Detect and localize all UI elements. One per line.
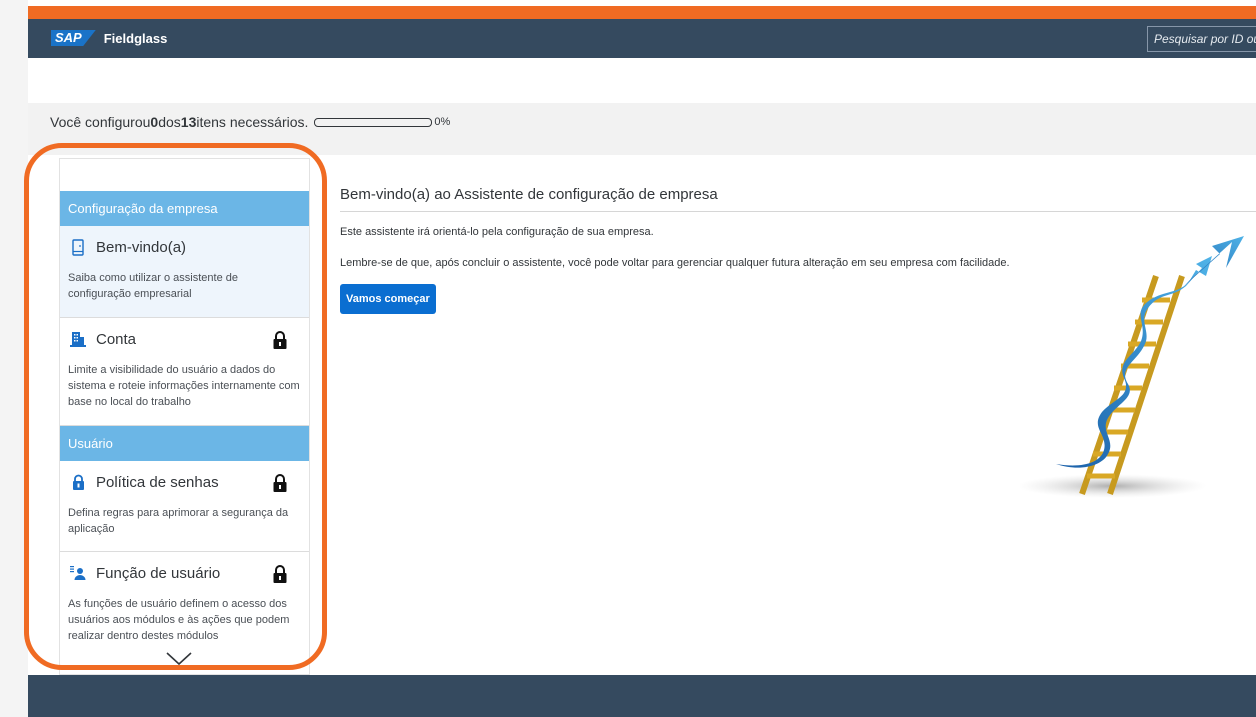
sidebar-item-label: Conta <box>96 330 137 348</box>
sidebar-item-account[interactable]: Conta Limite a visibilidade do usuário a… <box>60 318 309 426</box>
sidebar-item-description: Saiba como utilizar o assistente de conf… <box>68 272 238 300</box>
progress-done-count: 0 <box>150 114 159 130</box>
sidebar-item-label: Função de usuário <box>96 564 221 582</box>
user-role-icon <box>70 564 86 582</box>
section-company-setup: Configuração da empresa <box>60 191 309 226</box>
building-icon <box>70 330 86 348</box>
progress-suffix: itens necessários. <box>196 114 309 130</box>
padlock-icon <box>272 330 288 350</box>
progress-prefix: Você configurou <box>50 114 151 130</box>
progress-total-count: 13 <box>180 114 197 130</box>
sidebar-item-label: Política de senhas <box>96 473 219 491</box>
accent-bar <box>28 6 1256 19</box>
app-header: SAP Fieldglass <box>28 19 1256 58</box>
brand-name: Fieldglass <box>103 30 168 46</box>
progress-percent: 0% <box>434 116 451 128</box>
sidebar-item-description: Defina regras para aprimorar a segurança… <box>68 507 289 535</box>
lock-icon <box>70 473 86 491</box>
padlock-icon <box>272 564 288 584</box>
setup-progress: Você configurou 0 dos 13 itens necessári… <box>50 114 450 130</box>
left-gutter <box>0 0 28 717</box>
sap-fieldglass-logo[interactable]: SAP Fieldglass <box>51 30 167 46</box>
setup-sidebar: Configuração da empresa Bem-vindo(a) Sai… <box>59 158 310 675</box>
sidebar-item-label: Bem-vindo(a) <box>96 238 187 256</box>
app-footer <box>28 675 1256 717</box>
progress-bar <box>314 117 433 127</box>
sidebar-item-description: As funções de usuário definem o acesso d… <box>68 598 290 642</box>
padlock-icon <box>272 473 288 493</box>
sidebar-item-welcome[interactable]: Bem-vindo(a) Saiba como utilizar o assis… <box>60 226 309 318</box>
sidebar-item-description: Limite a visibilidade do usuário a dados… <box>68 364 300 408</box>
progress-middle: dos <box>158 114 181 130</box>
page-title: Bem-vindo(a) ao Assistente de configuraç… <box>340 186 1256 212</box>
sidebar-item-password-policy[interactable]: Política de senhas Defina regras para ap… <box>60 461 309 552</box>
start-button[interactable]: Vamos começar <box>340 284 436 314</box>
sap-logo: SAP <box>51 30 96 46</box>
ladder-arrow-illustration <box>1020 236 1244 498</box>
chevron-down-icon[interactable] <box>165 652 193 666</box>
phone-icon <box>70 238 86 256</box>
search-input[interactable] <box>1147 26 1256 52</box>
section-user: Usuário <box>60 426 309 461</box>
